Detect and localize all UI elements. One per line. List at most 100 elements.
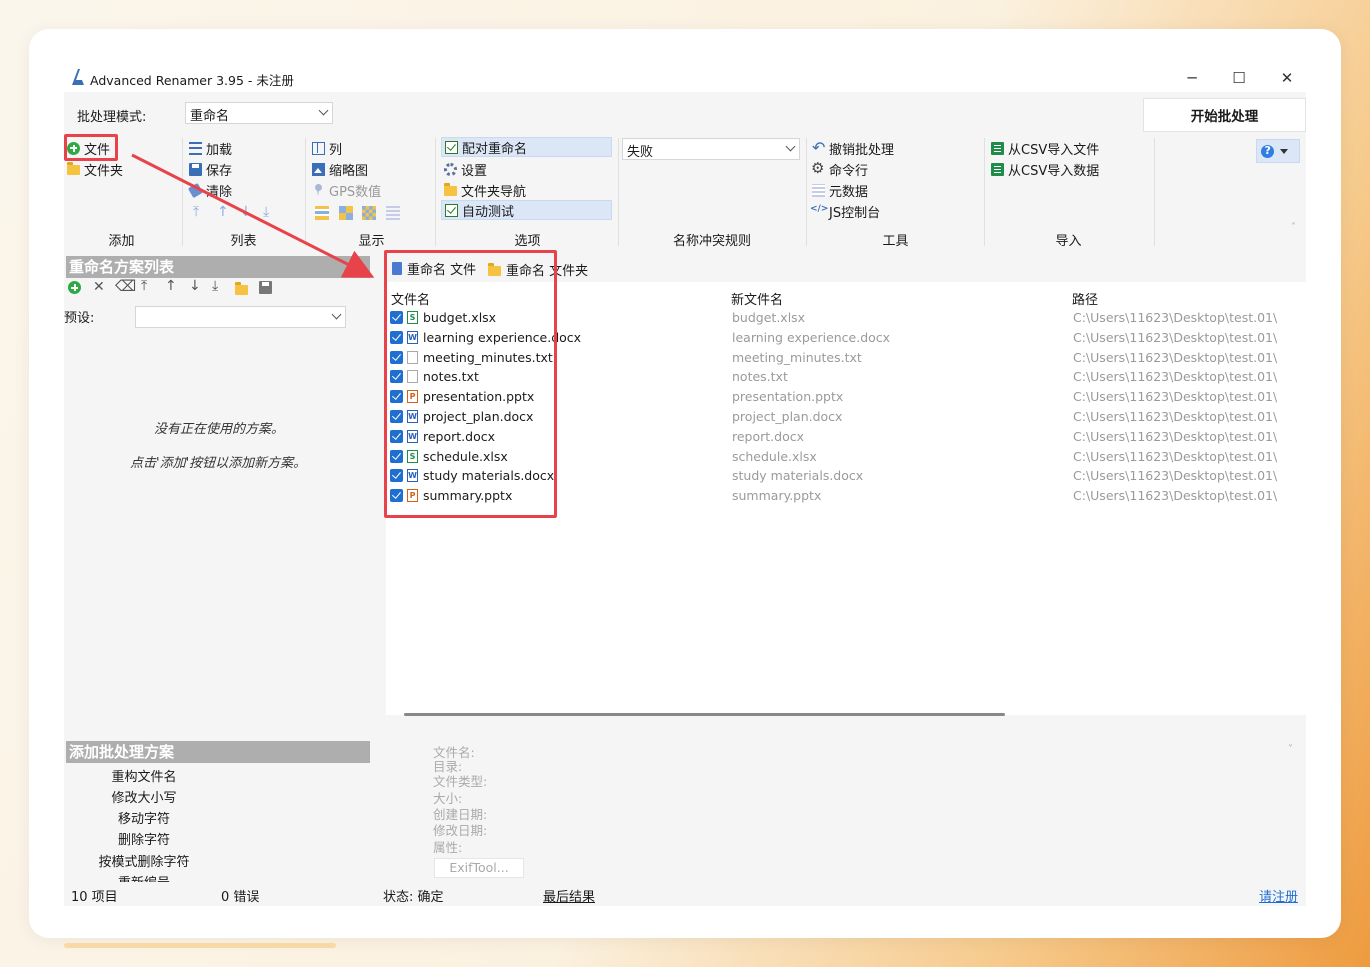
conflict-rule-select[interactable]: 失败 [622, 138, 800, 160]
table-row[interactable]: Ppresentation.pptx presentation.pptx C:\Us… [390, 387, 1300, 407]
cell-new-filename: notes.txt [732, 369, 788, 385]
row-checkbox[interactable] [390, 370, 403, 384]
row-checkbox[interactable] [390, 311, 403, 324]
method-change-case[interactable]: 修改大小写 [64, 787, 224, 806]
eraser-icon [187, 182, 204, 198]
remove-method-icon[interactable]: ✕ [93, 279, 105, 295]
method-restructure[interactable]: 重构文件名 [64, 766, 224, 785]
table-row[interactable]: Sbudget.xlsx budget.xlsx C:\Users\11623\De… [390, 308, 1300, 328]
list-icon [189, 141, 202, 155]
cell-new-filename: report.docx [732, 428, 805, 444]
method-renumber[interactable]: 重新编号 [64, 872, 224, 882]
move-bottom-icon[interactable]: ⤓ [263, 204, 269, 220]
clear-button[interactable]: 清除 [187, 180, 232, 200]
load-button[interactable]: 加载 [189, 138, 232, 158]
horizontal-scrollbar[interactable] [404, 713, 1005, 716]
checkbox-icon [445, 140, 458, 154]
move-down-icon[interactable]: ↓ [240, 204, 252, 220]
settings-button[interactable]: 设置 [444, 159, 487, 179]
exiftool-button[interactable]: ExifTool... [434, 858, 524, 878]
row-checkbox[interactable] [390, 410, 403, 423]
pair-rename-toggle[interactable]: 配对重命名 [441, 137, 612, 157]
columns-button[interactable]: 列 [312, 138, 342, 158]
start-batch-button[interactable]: 开始批处理 [1143, 98, 1306, 132]
row-checkbox[interactable] [390, 429, 403, 443]
move-top-icon[interactable]: ⤒ [193, 204, 199, 220]
load-label: 加载 [206, 142, 233, 158]
column-new-filename[interactable]: 新文件名 [731, 289, 783, 308]
move-down-icon[interactable]: ↓ [189, 278, 201, 294]
file-type-icon: W [407, 330, 418, 344]
metadata-button[interactable]: 元数据 [812, 180, 868, 200]
move-bottom-icon[interactable]: ⤓ [212, 278, 218, 294]
method-remove-chars[interactable]: 删除字符 [64, 829, 224, 848]
undo-batch-button[interactable]: 撤销批处理 [812, 138, 894, 158]
save-button[interactable]: 保存 [189, 159, 232, 179]
view-tiles-icon[interactable] [339, 206, 353, 220]
location-pin-icon [312, 183, 325, 197]
add-method-icon[interactable] [68, 281, 81, 298]
empty-methods-message: 没有正在使用的方案。 [154, 422, 285, 437]
table-row[interactable]: notes.txt notes.txt C:\Users\11623\Desktop… [390, 367, 1300, 387]
file-type-icon: S [407, 449, 418, 463]
row-checkbox[interactable] [390, 350, 403, 364]
view-icons-icon[interactable] [362, 206, 376, 220]
clear-methods-icon[interactable]: ⌫ [115, 277, 136, 295]
table-row[interactable]: Sschedule.xlsx schedule.xlsx C:\Users\1162… [390, 447, 1300, 467]
js-console-button[interactable]: JS控制台 [810, 201, 880, 221]
batch-mode-select[interactable]: 重命名 [185, 102, 333, 124]
help-button[interactable] [1256, 139, 1300, 163]
table-row[interactable]: meeting_minutes.txt meeting_minutes.txt C:… [390, 348, 1300, 368]
columns-label: 列 [329, 142, 343, 158]
add-folder-button[interactable]: 文件夹 [67, 159, 123, 179]
expand-info-icon[interactable]: ˅ [1288, 744, 1293, 755]
row-checkbox[interactable] [390, 469, 403, 483]
cell-filename: summary.pptx [423, 488, 513, 504]
window-title: Advanced Renamer 3.95 - 未注册 [90, 73, 294, 88]
register-link[interactable]: 请注册 [1259, 886, 1298, 905]
import-csv-data-label: 从CSV导入数据 [1008, 163, 1100, 179]
gps-button[interactable]: GPS数值 [312, 180, 381, 200]
row-checkbox[interactable] [390, 449, 403, 463]
import-csv-data-button[interactable]: 从CSV导入数据 [991, 159, 1099, 179]
table-row[interactable]: Wlearning experience.docx learning experi… [390, 328, 1300, 348]
folder-nav-button[interactable]: 文件夹导航 [444, 180, 526, 200]
preset-select[interactable] [135, 306, 346, 328]
column-path[interactable]: 路径 [1072, 289, 1098, 308]
auto-test-toggle[interactable]: 自动测试 [441, 200, 612, 220]
method-remove-pattern[interactable]: 按模式删除字符 [64, 851, 224, 870]
view-details-icon[interactable] [315, 206, 329, 220]
info-attributes: 属性: [433, 840, 463, 855]
close-button[interactable]: ✕ [1264, 66, 1306, 90]
table-row[interactable]: Psummary.pptx summary.pptx C:\Users\11623\… [390, 486, 1300, 506]
maximize-button[interactable]: ☐ [1216, 66, 1262, 90]
import-csv-files-button[interactable]: 从CSV导入文件 [991, 138, 1099, 158]
table-row[interactable]: Wreport.docx report.docx C:\Users\11623\De… [390, 427, 1300, 447]
table-row[interactable]: Wproject_plan.docx project_plan.docx C:\Us… [390, 407, 1300, 427]
move-up-icon[interactable]: ↑ [165, 278, 177, 294]
thumbnails-button[interactable]: 缩略图 [312, 159, 368, 179]
last-result-link[interactable]: 最后结果 [543, 886, 595, 905]
command-line-button[interactable]: 命令行 [811, 159, 869, 179]
folder-nav-label: 文件夹导航 [461, 184, 527, 200]
row-checkbox[interactable] [390, 390, 403, 404]
cell-path: C:\Users\11623\Desktop\test.01\ [1073, 448, 1278, 464]
method-move-chars[interactable]: 移动字符 [64, 808, 224, 827]
collapse-ribbon-icon[interactable]: ˄ [1291, 222, 1296, 233]
table-row[interactable]: Wstudy materials.docx study materials.doc… [390, 466, 1300, 486]
minimize-button[interactable]: ─ [1169, 66, 1215, 90]
tab-rename-folders[interactable]: 重命名 文件夹 [488, 260, 588, 279]
row-checkbox[interactable] [390, 330, 403, 344]
cmdline-label: 命令行 [829, 163, 869, 179]
view-list-icon[interactable] [386, 206, 400, 220]
file-type-icon [407, 350, 418, 364]
row-checkbox[interactable] [390, 489, 403, 503]
move-up-icon[interactable]: ↑ [217, 204, 229, 220]
save-preset-icon[interactable] [259, 281, 272, 298]
help-icon [1261, 144, 1274, 158]
add-files-button[interactable]: 文件 [67, 138, 110, 158]
move-top-icon[interactable]: ⤒ [141, 278, 147, 294]
tab-rename-files[interactable]: 重命名 文件 [392, 259, 476, 278]
open-preset-icon[interactable] [235, 282, 248, 299]
column-filename[interactable]: 文件名 [391, 289, 430, 308]
